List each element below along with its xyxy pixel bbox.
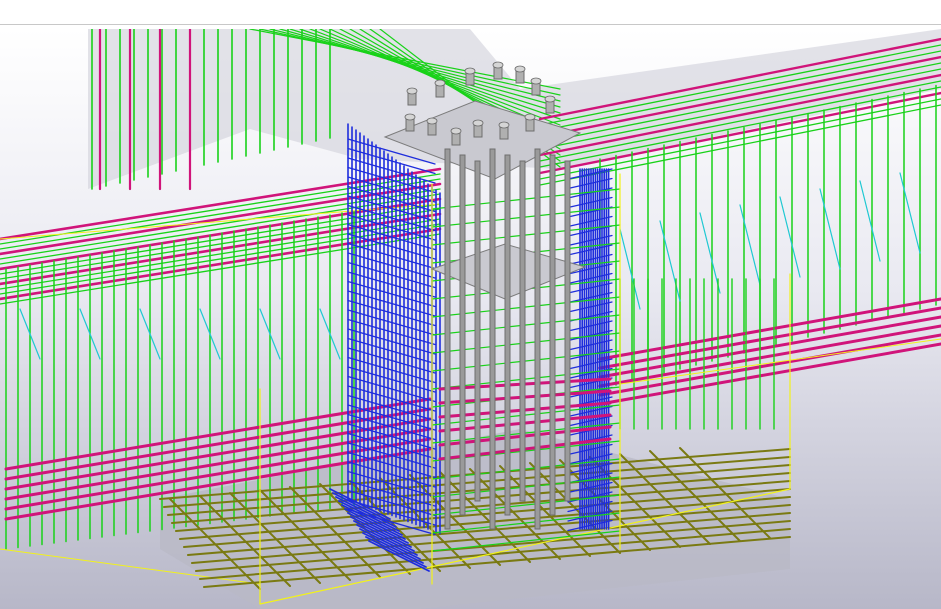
column-tie <box>567 196 613 209</box>
anchor-rod <box>474 160 481 502</box>
bolt-nut <box>464 67 476 75</box>
column-tie <box>567 168 613 180</box>
anchor-rod <box>519 160 526 502</box>
app-window <box>0 0 941 609</box>
tie-bar <box>699 212 721 294</box>
bottom-bar <box>598 342 941 406</box>
bolt-nut <box>524 113 536 121</box>
bolt-nut <box>426 117 438 125</box>
bolt-nut <box>434 79 446 87</box>
anchor-rod <box>564 160 571 502</box>
front-right-beam[interactable] <box>598 273 941 490</box>
bottom-bar <box>598 297 941 361</box>
bottom-bar <box>598 306 941 370</box>
rebar-model-scene[interactable] <box>0 29 941 609</box>
anchor-rod <box>459 154 466 516</box>
tie-bar <box>659 220 681 302</box>
tie-bar <box>859 180 881 262</box>
bolt-nut <box>404 113 416 121</box>
column-tie <box>567 215 613 228</box>
bottom-bar <box>598 333 941 397</box>
bolt-nut <box>492 61 504 69</box>
column-tie <box>567 225 613 237</box>
bolt-nut <box>514 65 526 73</box>
tie-bar <box>619 228 641 310</box>
anchor-rod <box>534 148 541 530</box>
bolt-nut <box>450 127 462 135</box>
column-tie <box>567 282 613 294</box>
column-tie <box>567 187 613 199</box>
top-toolbar <box>0 0 941 25</box>
anchor-rod <box>549 154 556 516</box>
tie-bar <box>779 196 801 278</box>
bolt-nut <box>544 95 556 103</box>
column-tie <box>567 339 613 351</box>
tie-bar <box>739 204 761 286</box>
column-tie <box>567 177 613 190</box>
bolt-nut <box>406 87 418 95</box>
column-tie <box>567 329 613 342</box>
3d-model-viewport[interactable] <box>0 29 941 609</box>
tie-bar <box>899 172 921 254</box>
bolt-nut <box>530 77 542 85</box>
anchor-rod <box>444 148 451 530</box>
tie-bar <box>819 188 841 270</box>
column-tie <box>567 301 613 313</box>
column-tie <box>567 320 613 332</box>
column-tie <box>567 291 613 304</box>
anchor-rod <box>504 154 511 516</box>
bolt-nut <box>472 119 484 127</box>
anchor-rod <box>489 148 496 530</box>
bolt-nut <box>498 121 510 129</box>
bottom-bar <box>598 324 941 388</box>
bottom-bar <box>598 315 941 379</box>
